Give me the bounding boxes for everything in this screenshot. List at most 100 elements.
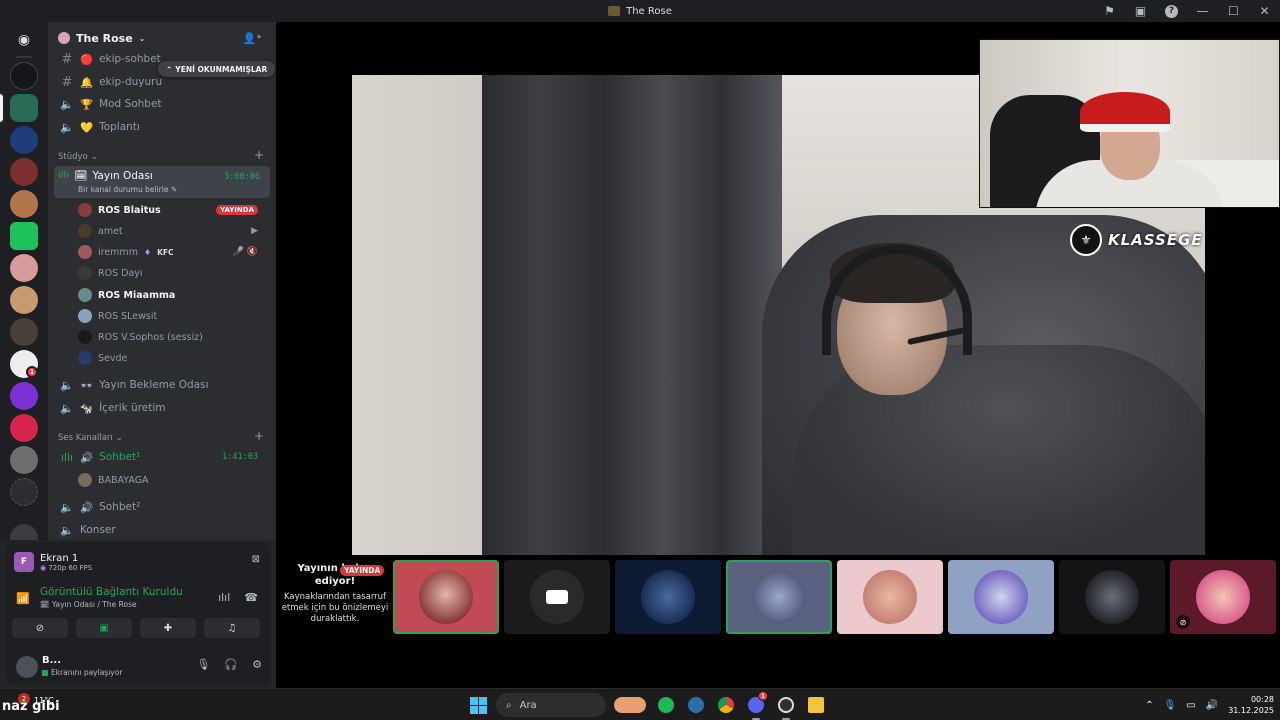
voice-member[interactable]: ROS Miaamma <box>78 285 268 305</box>
voice-member[interactable]: amet ▶ <box>78 221 268 241</box>
headphones-icon[interactable]: 🎧 <box>224 658 238 671</box>
channel-yayin-odasi[interactable]: ıllı 🗓 Yayın Odası Bir kanal durumu beli… <box>54 166 270 198</box>
speaker-icon: 🔊 <box>80 451 94 464</box>
add-channel-icon[interactable]: + <box>254 429 264 443</box>
voice-member[interactable]: iremmm ♦ KFC 🎤̸ 🔇 <box>78 242 268 262</box>
category-label: Stüdyo <box>58 152 88 162</box>
channel-timer: 1:41:03 <box>222 452 258 462</box>
member-name: ROS Miaamma <box>98 289 176 301</box>
weather-widget[interactable]: 2 naz gibi 11°C <box>0 691 80 719</box>
channel-yayin-bekleme[interactable]: 🔈 👓 Yayın Bekleme Odası <box>56 375 268 395</box>
inbox-icon[interactable]: ⚑ <box>1094 0 1125 22</box>
activities-icon: ✚ <box>163 622 173 634</box>
disconnect-icon[interactable]: ☎ <box>244 591 258 604</box>
avatar[interactable] <box>16 656 38 678</box>
network-icon[interactable]: ▭ <box>1186 700 1195 711</box>
screen-share-button[interactable]: ▣ <box>76 618 132 638</box>
discord-home-icon[interactable]: ◉ <box>10 26 38 54</box>
server-icon-pink[interactable] <box>10 414 38 442</box>
voice-member[interactable]: ROS Dayı <box>78 263 268 283</box>
voice-member[interactable]: BABAYAGA <box>78 470 268 490</box>
server-icon-anime[interactable] <box>10 190 38 218</box>
participant-tile[interactable] <box>726 560 832 634</box>
muted-icon: ⊘ <box>1176 615 1190 629</box>
participant-tile[interactable] <box>1059 560 1165 634</box>
participant-tile[interactable] <box>615 560 721 634</box>
clock-time: 00:28 <box>1250 695 1274 704</box>
spotify-icon[interactable] <box>654 693 678 717</box>
speaker-icon: 🔈 <box>60 120 74 134</box>
voice-member[interactable]: ROS SLewsit <box>78 306 268 326</box>
channel-icerik-uretim[interactable]: 🔈 🐄 İçerik üretim <box>56 398 268 418</box>
server-icon-pig[interactable] <box>10 254 38 282</box>
participant-tile[interactable] <box>948 560 1054 634</box>
chrome-icon[interactable] <box>714 693 738 717</box>
chevron-up-icon[interactable]: ⌃ <box>1145 700 1153 711</box>
windows-start-icon[interactable] <box>466 693 490 717</box>
activities-button[interactable]: ✚ <box>140 618 196 638</box>
voice-member[interactable]: ROS V.Sophos (sessiz) <box>78 327 268 347</box>
screen-share-icon[interactable]: ▣ <box>1125 0 1156 22</box>
close-button[interactable]: ✕ <box>1249 0 1280 22</box>
gear-icon[interactable]: ⚙ <box>252 658 262 671</box>
server-icon-b[interactable] <box>10 126 38 154</box>
channel-mod-sohbet[interactable]: 🔈 🏆 Mod Sohbet <box>56 94 268 114</box>
obs-icon[interactable] <box>774 693 798 720</box>
minimize-button[interactable]: — <box>1187 0 1218 22</box>
invite-user-icon[interactable]: 👤⁺ <box>242 32 262 45</box>
speaker-icon: 🔈 <box>60 401 74 415</box>
server-folder-icon[interactable] <box>10 478 38 506</box>
microphone-icon[interactable]: 🎙 <box>196 658 210 671</box>
channel-sohbet2[interactable]: 🔈 🔊 Sohbet² <box>56 497 268 517</box>
camera-off-icon: ⊘ <box>35 622 45 634</box>
screen-quality: ◉ 720p 60 FPS <box>40 564 92 572</box>
discord-taskbar-icon[interactable]: 1 <box>744 691 768 720</box>
rose-icon <box>58 32 70 44</box>
channel-status[interactable]: Bir kanal durumu belirle ✎ <box>78 185 177 194</box>
voice-activity-icon: ıllı <box>60 450 74 464</box>
server-icon-person[interactable] <box>10 318 38 346</box>
picture-in-picture-video[interactable] <box>979 39 1280 208</box>
camera-off-button[interactable]: ⊘ <box>12 618 68 638</box>
channel-sohbet1[interactable]: ıllı 🔊 Sohbet¹ 1:41:03 <box>56 447 268 467</box>
channel-ekip-duyuru[interactable]: # 🔔 ekip-duyuru <box>56 72 268 92</box>
server-icon-dog[interactable] <box>10 286 38 314</box>
help-icon[interactable]: ? <box>1156 0 1187 22</box>
volume-icon[interactable]: 🔊 <box>1206 700 1218 711</box>
member-name: amet <box>98 225 123 237</box>
signal-icon: 📶 <box>16 592 30 605</box>
channel-label: Sohbet² <box>99 501 141 513</box>
clock[interactable]: 00:28 31.12.2025 <box>1228 694 1274 716</box>
file-explorer-icon[interactable] <box>804 693 828 717</box>
voice-member[interactable]: ROS Blaitus YAYINDA <box>78 200 268 220</box>
channel-toplanti[interactable]: 🔈 💛 Toplantı <box>56 117 268 137</box>
participant-tile[interactable] <box>504 560 610 634</box>
temperature: 11°C <box>34 696 54 705</box>
participant-tile[interactable]: ⊘ <box>1170 560 1276 634</box>
participant-tile[interactable] <box>393 560 499 634</box>
server-icon-red[interactable] <box>10 158 38 186</box>
live-badge: YAYINDA <box>216 205 258 215</box>
channel-label: Konser <box>80 524 116 536</box>
stop-stream-icon[interactable]: ⊠ <box>252 554 260 565</box>
maximize-button[interactable]: ☐ <box>1218 0 1249 22</box>
server-icon-gray[interactable] <box>10 446 38 474</box>
kick-icon[interactable] <box>10 222 38 250</box>
voice-member[interactable]: Sevde <box>78 348 268 368</box>
steam-icon[interactable] <box>684 693 708 717</box>
server-icon-lewsit[interactable] <box>10 62 38 90</box>
connection-channel[interactable]: 🗓 Yayın Odası / The Rose <box>40 600 137 609</box>
taskbar-search[interactable]: ⌕ Ara <box>496 693 606 717</box>
add-channel-icon[interactable]: + <box>254 148 264 162</box>
server-icon-the-rose[interactable] <box>10 94 38 122</box>
search-highlight-icon[interactable] <box>612 693 648 717</box>
channel-emoji: 🔔 <box>80 76 94 89</box>
microphone-tray-icon[interactable]: 🎙 <box>1164 700 1177 711</box>
category-ses-kanallari[interactable]: Ses Kanalları ⌄ <box>58 433 123 443</box>
channel-konser[interactable]: 🔈 Konser <box>56 520 268 540</box>
server-icon-purple[interactable] <box>10 382 38 410</box>
category-studio[interactable]: Stüdyo ⌄ <box>58 152 98 162</box>
noise-suppression-icon[interactable]: ılıl <box>218 591 230 604</box>
participant-tile[interactable] <box>837 560 943 634</box>
soundboard-button[interactable]: ♫ <box>204 618 260 638</box>
